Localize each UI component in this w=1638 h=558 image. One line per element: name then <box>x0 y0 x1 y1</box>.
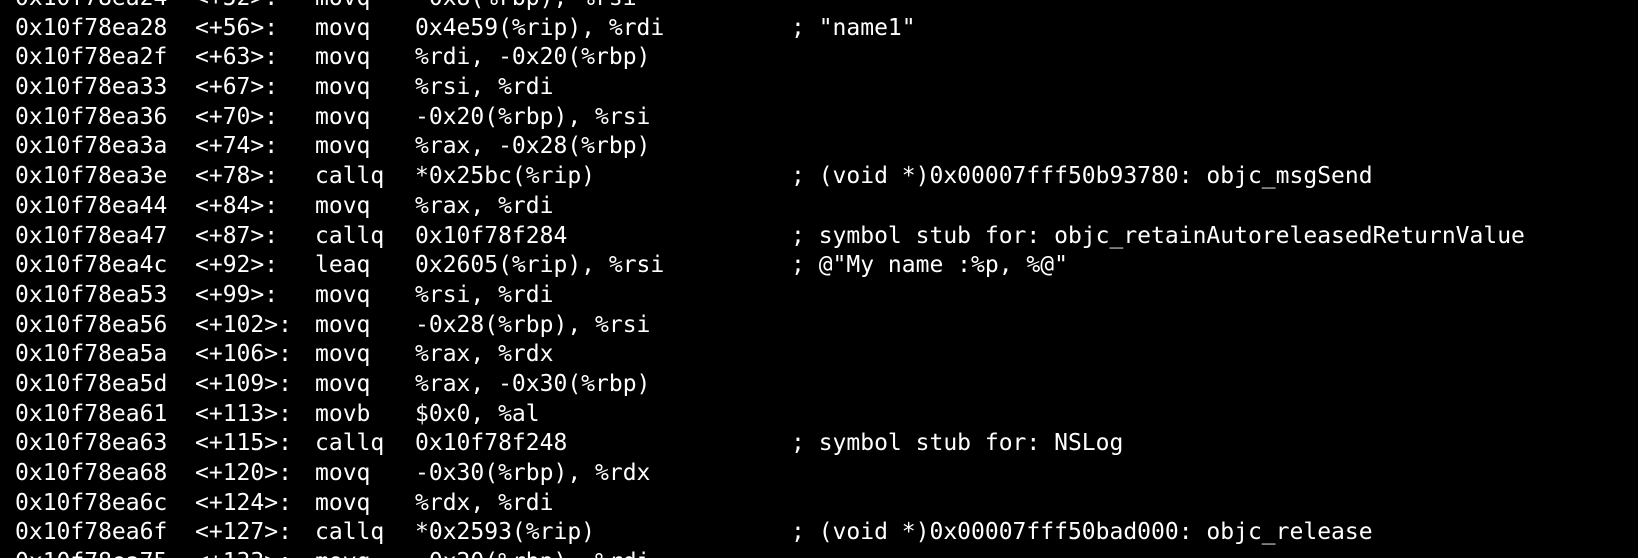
instruction-offset: <+63>: <box>195 44 279 71</box>
instruction-operands: %rax, -0x30(%rbp) <box>415 370 651 397</box>
instruction-operands: %rsi, %rdi <box>415 281 554 308</box>
instruction-operands: %rax, %rdx <box>415 341 554 368</box>
instruction-offset: <+115>: <box>195 430 292 457</box>
instruction-mnemonic: movq <box>315 14 371 41</box>
instruction-offset: <+52>: <box>195 0 278 14</box>
instruction-offset: <+70>: <box>195 103 279 130</box>
instruction-mnemonic: movq <box>315 103 371 130</box>
instruction-offset: <+78>: <box>195 163 279 190</box>
instruction-comment: ; (void *)0x00007fff50b93780: objc_msgSe… <box>791 163 1373 190</box>
instruction-operands: -0x28(%rbp), %rsi <box>415 311 651 338</box>
instruction-offset: <+84>: <box>195 192 279 219</box>
instruction-mnemonic: movq <box>315 311 371 338</box>
instruction-mnemonic: leaq <box>315 252 371 279</box>
instruction-operands: %rdi, -0x20(%rbp) <box>415 44 651 71</box>
instruction-address: 0x10f78ea4c <box>15 252 168 279</box>
instruction-offset: <+74>: <box>195 133 279 160</box>
instruction-address: 0x10f78ea36 <box>15 103 168 130</box>
instruction-offset: <+106>: <box>195 341 292 368</box>
instruction-address: 0x10f78ea75 <box>15 548 167 558</box>
terminal-window[interactable]: 0x10f78ea24 <+52>: movq -0x8(%rbp), %rsi 0x… <box>0 0 1638 558</box>
instruction-operands: -0x20(%rbp), %rsi <box>415 103 651 130</box>
instruction-operands: *0x2593(%rip) <box>415 519 596 546</box>
instruction-offset: <+87>: <box>195 222 279 249</box>
instruction-address: 0x10f78ea68 <box>15 460 168 486</box>
instruction-mnemonic: movq <box>315 489 371 516</box>
instruction-comment: ; symbol stub for: NSLog <box>791 430 1124 457</box>
instruction-operands: %rax, %rdi <box>415 192 554 219</box>
instruction-mnemonic: movb <box>315 400 371 427</box>
instruction-address: 0x10f78ea5d <box>15 370 168 397</box>
instruction-mnemonic: callq <box>315 430 385 457</box>
instruction-mnemonic: movq <box>315 281 371 308</box>
instruction-operands: 0x2605(%rip), %rsi <box>415 252 665 279</box>
instruction-address: 0x10f78ea56 <box>15 311 168 338</box>
instruction-operands: -0x30(%rbp), %rdx <box>415 460 651 486</box>
instruction-address: 0x10f78ea2f <box>15 44 168 71</box>
instruction-offset: <+102>: <box>195 311 292 338</box>
instruction-operands: 0x10f78f284 <box>415 222 568 249</box>
instruction-comment: ; "name1" <box>791 14 916 41</box>
instruction-offset: <+67>: <box>195 74 279 101</box>
instruction-address: 0x10f78ea3a <box>15 133 168 160</box>
instruction-comment: ; @"My name :%p, %@" <box>791 252 1068 279</box>
instruction-address: 0x10f78ea61 <box>15 400 168 427</box>
instruction-offset: <+120>: <box>195 460 292 486</box>
instruction-operands: $0x0, %al <box>415 400 540 427</box>
instruction-mnemonic: movq <box>315 548 370 558</box>
instruction-mnemonic: movq <box>315 0 370 14</box>
instruction-operands: 0x4e59(%rip), %rdi <box>415 14 665 41</box>
instruction-address: 0x10f78ea33 <box>15 74 168 101</box>
instruction-address: 0x10f78ea5a <box>15 341 168 368</box>
instruction-offset: <+92>: <box>195 252 279 279</box>
instruction-operands: %rdx, %rdi <box>415 489 554 516</box>
instruction-operands: %rsi, %rdi <box>415 74 554 101</box>
instruction-operands: %rax, -0x28(%rbp) <box>415 133 651 160</box>
instruction-offset: <+109>: <box>195 370 292 397</box>
instruction-offset: <+124>: <box>195 489 292 516</box>
instruction-address: 0x10f78ea6f <box>15 519 168 546</box>
instruction-address: 0x10f78ea28 <box>15 14 168 41</box>
instruction-mnemonic: movq <box>315 460 371 486</box>
instruction-offset: <+99>: <box>195 281 279 308</box>
instruction-operands: -0x8(%rbp), %rsi <box>415 0 637 14</box>
instruction-address: 0x10f78ea3e <box>15 163 168 190</box>
instruction-operands: 0x10f78f248 <box>415 430 568 457</box>
instruction-mnemonic: movq <box>315 74 371 101</box>
instruction-operands: *0x25bc(%rip) <box>415 163 596 190</box>
instruction-operands: -0x20(%rbp), %rdi <box>415 548 650 558</box>
instruction-mnemonic: callq <box>315 163 385 190</box>
instruction-mnemonic: movq <box>315 192 371 219</box>
instruction-comment: ; (void *)0x00007fff50bad000: objc_relea… <box>791 519 1373 546</box>
instruction-comment: ; symbol stub for: objc_retainAutoreleas… <box>791 222 1525 249</box>
instruction-address: 0x10f78ea24 <box>15 0 167 14</box>
instruction-mnemonic: movq <box>315 44 371 71</box>
instruction-mnemonic: movq <box>315 370 371 397</box>
instruction-address: 0x10f78ea6c <box>15 489 168 516</box>
instruction-offset: <+56>: <box>195 14 279 41</box>
instruction-mnemonic: callq <box>315 519 385 546</box>
instruction-offset: <+113>: <box>195 400 292 427</box>
instruction-address: 0x10f78ea47 <box>15 222 168 249</box>
instruction-mnemonic: movq <box>315 341 371 368</box>
instruction-offset: <+133>: <box>195 548 292 558</box>
instruction-mnemonic: movq <box>315 133 371 160</box>
instruction-address: 0x10f78ea44 <box>15 192 168 219</box>
instruction-address: 0x10f78ea63 <box>15 430 168 457</box>
instruction-mnemonic: callq <box>315 222 385 249</box>
instruction-address: 0x10f78ea53 <box>15 281 168 308</box>
instruction-offset: <+127>: <box>195 519 292 546</box>
